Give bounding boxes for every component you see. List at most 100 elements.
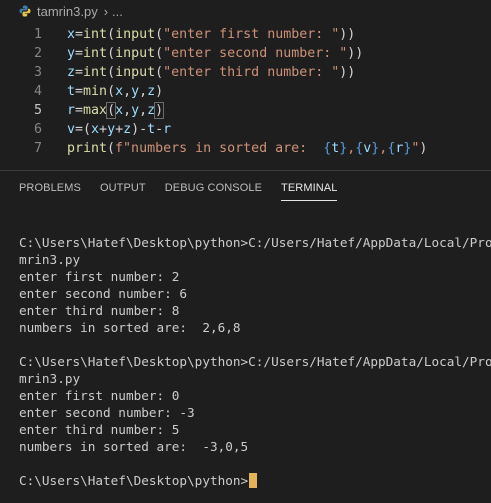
code-token: = (75, 27, 84, 42)
code-token: y (67, 46, 76, 61)
terminal-line: C:\Users\Hatef\Desktop\python>C:/Users/H… (19, 234, 491, 251)
terminal-line-text: numbers in sorted are: -3,0,5 (19, 439, 249, 454)
code-token: int (83, 46, 108, 61)
code-token: "enter third number: " (163, 65, 340, 80)
code-token: , (139, 103, 148, 118)
code-token: = (75, 65, 84, 80)
code-token: ( (107, 84, 116, 99)
code-token: f"numbers in sorted are: (115, 141, 324, 156)
terminal-line-text: C:\Users\Hatef\Desktop\python>C:/Users/H… (19, 235, 491, 250)
terminal-line: C:\Users\Hatef\Desktop\python> (19, 472, 491, 489)
code-token: , (139, 84, 148, 99)
line-number: 3 (33, 65, 42, 80)
code-text: print(f"numbers in sorted are: {t},{v},{… (67, 139, 427, 158)
code-token: )- (131, 122, 148, 137)
code-text: z=int(input("enter third number: ")) (67, 63, 355, 82)
code-token: x (115, 103, 124, 118)
code-token: "enter second number: " (163, 46, 348, 61)
code-token: , (123, 84, 132, 99)
code-token: =( (75, 122, 92, 137)
code-text: v=(x+y+z)-t-r (67, 120, 171, 139)
code-token: y (131, 103, 140, 118)
code-token: t (67, 84, 76, 99)
code-token: x (67, 27, 76, 42)
code-token: = (75, 84, 84, 99)
code-token: ) (155, 84, 164, 99)
code-token: z (147, 84, 156, 99)
code-token: "enter first number: " (163, 27, 340, 42)
breadcrumb-file[interactable]: tamrin3.py (37, 4, 98, 19)
terminal-line: mrin3.py (19, 370, 491, 387)
terminal-line-text: C:\Users\Hatef\Desktop\python>C:/Users/H… (19, 354, 491, 369)
terminal-line: numbers in sorted are: 2,6,8 (19, 319, 491, 336)
terminal-line: enter second number: 6 (19, 285, 491, 302)
code-token: = (75, 103, 84, 118)
line-number: 2 (33, 46, 42, 61)
code-token: ( (155, 46, 164, 61)
terminal-line: enter first number: 2 (19, 268, 491, 285)
code-token: + (99, 122, 108, 137)
code-token: ) (154, 102, 165, 119)
code-token: input (115, 27, 156, 42)
code-token: r (67, 103, 76, 118)
terminal-line: enter third number: 8 (19, 302, 491, 319)
python-file-icon (18, 4, 32, 18)
tab-output[interactable]: OUTPUT (100, 171, 146, 206)
tab-terminal[interactable]: TERMINAL (281, 171, 338, 206)
code-token: )) (339, 27, 356, 42)
terminal-cursor (249, 473, 258, 488)
code-token: max (83, 103, 108, 118)
code-token: , (123, 103, 132, 118)
code-token: - (155, 122, 164, 137)
terminal-line: numbers in sorted are: -3,0,5 (19, 438, 491, 455)
code-token: )) (347, 46, 364, 61)
code-token: int (83, 65, 108, 80)
code-editor[interactable]: 1 x=int(input("enter first number: ")) 2 y=… (0, 25, 491, 165)
code-token: ( (155, 65, 164, 80)
terminal-line-text: C:\Users\Hatef\Desktop\python> (19, 473, 249, 488)
code-token: print (67, 141, 108, 156)
code-token: t (147, 122, 156, 137)
terminal-line: enter first number: 0 (19, 387, 491, 404)
code-token: + (115, 122, 124, 137)
code-token: { (323, 141, 332, 156)
code-token: ( (107, 46, 116, 61)
code-text: x=int(input("enter first number: ")) (67, 25, 355, 44)
line-number: 5 (33, 103, 42, 118)
terminal-output[interactable]: C:\Users\Hatef\Desktop\python>C:/Users/H… (19, 234, 491, 503)
terminal-line: enter second number: -3 (19, 404, 491, 421)
code-token: ( (107, 141, 116, 156)
line-number: 4 (33, 84, 42, 99)
terminal-line: mrin3.py (19, 251, 491, 268)
terminal-line-text: mrin3.py (19, 252, 81, 267)
panel-tabs: PROBLEMS OUTPUT DEBUG CONSOLE TERMINAL (0, 170, 491, 206)
code-token: x (91, 122, 100, 137)
terminal-line-text: enter second number: 6 (19, 286, 188, 301)
code-text: y=int(input("enter second number: ")) (67, 44, 363, 63)
terminal-line-text: enter second number: -3 (19, 405, 195, 420)
breadcrumb: tamrin3.py › ... (0, 0, 491, 22)
code-token: z (123, 122, 132, 137)
code-token: input (115, 65, 156, 80)
code-text: r=max(x,y,z) (67, 101, 165, 120)
code-text: t=min(x,y,z) (67, 82, 163, 101)
code-token: ( (107, 65, 116, 80)
code-token: x (115, 84, 124, 99)
breadcrumb-more[interactable]: ... (112, 4, 123, 19)
code-token: int (83, 27, 108, 42)
code-token: y (107, 122, 116, 137)
tab-debug-console[interactable]: DEBUG CONSOLE (165, 171, 262, 206)
terminal-line: enter third number: 5 (19, 421, 491, 438)
tab-problems[interactable]: PROBLEMS (19, 171, 81, 206)
terminal-line-text: enter third number: 5 (19, 422, 180, 437)
code-token: z (147, 103, 156, 118)
code-token: ) (419, 141, 428, 156)
code-token: y (131, 84, 140, 99)
code-token: ( (106, 102, 117, 119)
terminal-line-text: enter first number: 2 (19, 269, 180, 284)
chevron-right-icon: › (103, 3, 109, 19)
terminal-line-text: mrin3.py (19, 371, 81, 386)
code-token: ( (155, 27, 164, 42)
